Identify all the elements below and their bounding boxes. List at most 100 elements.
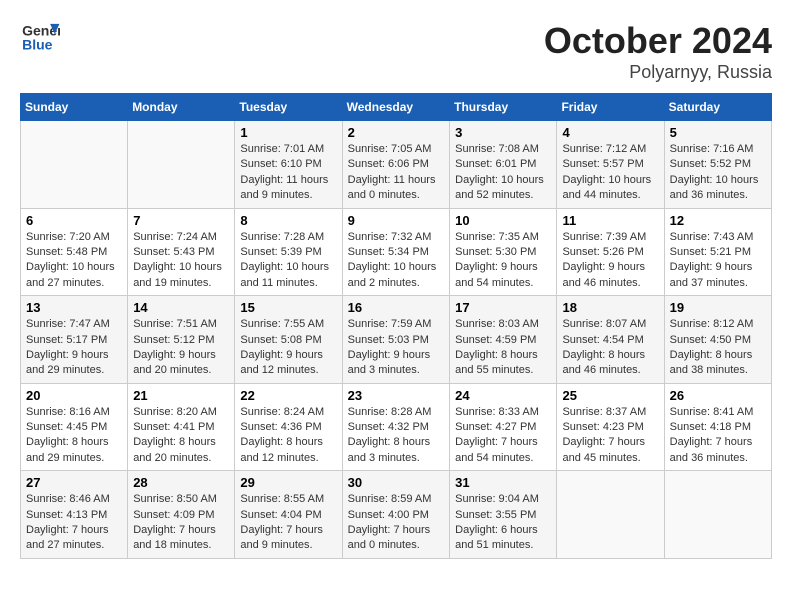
calendar-cell: 21 Sunrise: 8:20 AM Sunset: 4:41 PM Dayli… [128, 383, 235, 471]
calendar-cell: 3 Sunrise: 7:08 AM Sunset: 6:01 PM Daylig… [450, 121, 557, 209]
day-info: Sunrise: 7:24 AM Sunset: 5:43 PM Dayligh… [133, 230, 229, 292]
calendar-cell: 23 Sunrise: 8:28 AM Sunset: 4:32 PM Dayli… [342, 383, 450, 471]
day-info: Sunrise: 7:32 AM Sunset: 5:34 PM Dayligh… [348, 230, 445, 292]
day-info: Sunrise: 7:28 AM Sunset: 5:39 PM Dayligh… [240, 230, 336, 292]
day-info: Sunrise: 8:24 AM Sunset: 4:36 PM Dayligh… [240, 405, 336, 467]
calendar-cell: 18 Sunrise: 8:07 AM Sunset: 4:54 PM Dayli… [557, 296, 664, 384]
calendar-cell: 11Sunrise: 7:39 AM Sunset: 5:26 PM Dayli… [557, 208, 664, 296]
calendar-week-1: 1 Sunrise: 7:01 AM Sunset: 6:10 PM Daylig… [21, 121, 772, 209]
calendar-cell: 25 Sunrise: 8:37 AM Sunset: 4:23 PM Dayli… [557, 383, 664, 471]
day-number: 12 [670, 213, 766, 228]
day-number: 5 [670, 125, 766, 140]
day-number: 27 [26, 475, 122, 490]
title-block: October 2024 Polyarnyy, Russia [544, 20, 772, 83]
calendar-week-5: 27 Sunrise: 8:46 AM Sunset: 4:13 PM Dayli… [21, 471, 772, 559]
day-info: Sunrise: 8:59 AM Sunset: 4:00 PM Dayligh… [348, 492, 445, 554]
day-info: Sunrise: 7:05 AM Sunset: 6:06 PM Dayligh… [348, 142, 445, 204]
logo-icon: General Blue [20, 20, 60, 55]
day-info: Sunrise: 8:20 AM Sunset: 4:41 PM Dayligh… [133, 405, 229, 467]
calendar-week-2: 6Sunrise: 7:20 AM Sunset: 5:48 PM Daylig… [21, 208, 772, 296]
day-number: 18 [562, 300, 658, 315]
weekday-header-saturday: Saturday [664, 94, 771, 121]
month-title: October 2024 [544, 20, 772, 62]
weekday-header-thursday: Thursday [450, 94, 557, 121]
day-info: Sunrise: 8:16 AM Sunset: 4:45 PM Dayligh… [26, 405, 122, 467]
day-info: Sunrise: 7:08 AM Sunset: 6:01 PM Dayligh… [455, 142, 551, 204]
calendar-cell: 27 Sunrise: 8:46 AM Sunset: 4:13 PM Dayli… [21, 471, 128, 559]
day-number: 21 [133, 388, 229, 403]
day-number: 17 [455, 300, 551, 315]
day-number: 8 [240, 213, 336, 228]
calendar-cell: 16Sunrise: 7:59 AM Sunset: 5:03 PM Dayli… [342, 296, 450, 384]
weekday-header-sunday: Sunday [21, 94, 128, 121]
day-number: 11 [562, 213, 658, 228]
weekday-header-tuesday: Tuesday [235, 94, 342, 121]
day-number: 24 [455, 388, 551, 403]
day-info: Sunrise: 8:28 AM Sunset: 4:32 PM Dayligh… [348, 405, 445, 467]
logo: General Blue General Blue [20, 20, 62, 55]
day-number: 25 [562, 388, 658, 403]
calendar-cell: 20 Sunrise: 8:16 AM Sunset: 4:45 PM Dayli… [21, 383, 128, 471]
day-number: 19 [670, 300, 766, 315]
calendar-cell: 2Sunrise: 7:05 AM Sunset: 6:06 PM Daylig… [342, 121, 450, 209]
calendar-cell: 15Sunrise: 7:55 AM Sunset: 5:08 PM Dayli… [235, 296, 342, 384]
calendar-week-3: 13 Sunrise: 7:47 AM Sunset: 5:17 PM Dayli… [21, 296, 772, 384]
calendar-cell: 5 Sunrise: 7:16 AM Sunset: 5:52 PM Daylig… [664, 121, 771, 209]
day-number: 13 [26, 300, 122, 315]
day-number: 26 [670, 388, 766, 403]
calendar-cell: 10Sunrise: 7:35 AM Sunset: 5:30 PM Dayli… [450, 208, 557, 296]
day-info: Sunrise: 7:01 AM Sunset: 6:10 PM Dayligh… [240, 142, 336, 204]
day-number: 3 [455, 125, 551, 140]
calendar-table: SundayMondayTuesdayWednesdayThursdayFrid… [20, 93, 772, 559]
day-info: Sunrise: 8:12 AM Sunset: 4:50 PM Dayligh… [670, 317, 766, 379]
day-info: Sunrise: 8:55 AM Sunset: 4:04 PM Dayligh… [240, 492, 336, 554]
day-number: 4 [562, 125, 658, 140]
calendar-cell: 26 Sunrise: 8:41 AM Sunset: 4:18 PM Dayli… [664, 383, 771, 471]
day-info: Sunrise: 7:16 AM Sunset: 5:52 PM Dayligh… [670, 142, 766, 204]
day-number: 7 [133, 213, 229, 228]
location-title: Polyarnyy, Russia [544, 62, 772, 83]
day-info: Sunrise: 8:37 AM Sunset: 4:23 PM Dayligh… [562, 405, 658, 467]
day-info: Sunrise: 8:41 AM Sunset: 4:18 PM Dayligh… [670, 405, 766, 467]
day-info: Sunrise: 8:03 AM Sunset: 4:59 PM Dayligh… [455, 317, 551, 379]
day-info: Sunrise: 7:51 AM Sunset: 5:12 PM Dayligh… [133, 317, 229, 379]
svg-text:Blue: Blue [22, 37, 53, 53]
calendar-cell: 19 Sunrise: 8:12 AM Sunset: 4:50 PM Dayli… [664, 296, 771, 384]
day-number: 1 [240, 125, 336, 140]
day-number: 22 [240, 388, 336, 403]
weekday-header-friday: Friday [557, 94, 664, 121]
calendar-cell: 13 Sunrise: 7:47 AM Sunset: 5:17 PM Dayli… [21, 296, 128, 384]
weekday-header-wednesday: Wednesday [342, 94, 450, 121]
calendar-cell: 30Sunrise: 8:59 AM Sunset: 4:00 PM Dayli… [342, 471, 450, 559]
day-info: Sunrise: 7:59 AM Sunset: 5:03 PM Dayligh… [348, 317, 445, 379]
day-info: Sunrise: 9:04 AM Sunset: 3:55 PM Dayligh… [455, 492, 551, 554]
calendar-cell: 22 Sunrise: 8:24 AM Sunset: 4:36 PM Dayli… [235, 383, 342, 471]
calendar-cell: 17 Sunrise: 8:03 AM Sunset: 4:59 PM Dayli… [450, 296, 557, 384]
day-info: Sunrise: 7:35 AM Sunset: 5:30 PM Dayligh… [455, 230, 551, 292]
calendar-header: SundayMondayTuesdayWednesdayThursdayFrid… [21, 94, 772, 121]
day-number: 20 [26, 388, 122, 403]
calendar-cell: 28Sunrise: 8:50 AM Sunset: 4:09 PM Dayli… [128, 471, 235, 559]
day-number: 31 [455, 475, 551, 490]
day-info: Sunrise: 8:07 AM Sunset: 4:54 PM Dayligh… [562, 317, 658, 379]
day-number: 6 [26, 213, 122, 228]
day-number: 9 [348, 213, 445, 228]
calendar-cell [557, 471, 664, 559]
day-info: Sunrise: 8:46 AM Sunset: 4:13 PM Dayligh… [26, 492, 122, 554]
day-info: Sunrise: 8:33 AM Sunset: 4:27 PM Dayligh… [455, 405, 551, 467]
calendar-cell: 31 Sunrise: 9:04 AM Sunset: 3:55 PM Dayli… [450, 471, 557, 559]
page-header: General Blue General Blue October 2024 P… [20, 20, 772, 83]
weekday-header-monday: Monday [128, 94, 235, 121]
calendar-cell: 8 Sunrise: 7:28 AM Sunset: 5:39 PM Daylig… [235, 208, 342, 296]
calendar-cell: 9 Sunrise: 7:32 AM Sunset: 5:34 PM Daylig… [342, 208, 450, 296]
day-info: Sunrise: 7:12 AM Sunset: 5:57 PM Dayligh… [562, 142, 658, 204]
day-number: 28 [133, 475, 229, 490]
calendar-week-4: 20 Sunrise: 8:16 AM Sunset: 4:45 PM Dayli… [21, 383, 772, 471]
calendar-cell [21, 121, 128, 209]
day-number: 23 [348, 388, 445, 403]
day-info: Sunrise: 7:47 AM Sunset: 5:17 PM Dayligh… [26, 317, 122, 379]
calendar-cell: 24 Sunrise: 8:33 AM Sunset: 4:27 PM Dayli… [450, 383, 557, 471]
calendar-cell: 1 Sunrise: 7:01 AM Sunset: 6:10 PM Daylig… [235, 121, 342, 209]
calendar-cell: 7 Sunrise: 7:24 AM Sunset: 5:43 PM Daylig… [128, 208, 235, 296]
calendar-cell: 12Sunrise: 7:43 AM Sunset: 5:21 PM Dayli… [664, 208, 771, 296]
